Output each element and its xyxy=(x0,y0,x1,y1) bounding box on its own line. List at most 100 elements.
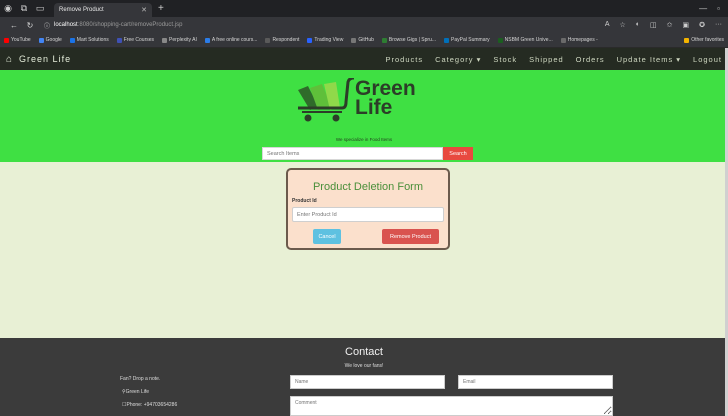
tab-actions-icon[interactable]: ▭ xyxy=(32,0,48,17)
nav-category[interactable]: Category ▾ xyxy=(435,55,481,64)
bookmark-item[interactable]: YouTube xyxy=(4,37,31,43)
bookmark-label: Respondent xyxy=(272,37,300,43)
address-bar: ← ↻ ⓘ localhost:8080/shopping-cart/remov… xyxy=(0,17,728,33)
favorite-star-icon[interactable]: ☆ xyxy=(619,21,625,29)
workspaces-icon[interactable]: ⧉ xyxy=(16,0,32,17)
brand[interactable]: ⌂ Green Life xyxy=(6,54,71,65)
footer-company-name: Green Life xyxy=(125,389,150,395)
bookmark-label: Google xyxy=(45,37,62,43)
form-title: Product Deletion Form xyxy=(312,181,424,193)
bookmark-favicon-icon xyxy=(560,37,566,43)
contact-email-input[interactable] xyxy=(458,375,613,389)
bookmark-label: Free Courses xyxy=(123,37,155,43)
bookmark-label: Browse Gigs | Spru... xyxy=(388,37,437,43)
bookmark-item[interactable]: A free online cours... xyxy=(204,37,258,43)
cancel-button[interactable]: Cancel xyxy=(313,229,341,244)
search-input[interactable] xyxy=(262,147,443,160)
bookmark-item[interactable]: Respondent xyxy=(265,37,299,43)
bookmark-item[interactable]: Trading View xyxy=(307,37,343,43)
tab-close-icon[interactable]: ✕ xyxy=(141,6,147,14)
nav-products[interactable]: Products xyxy=(385,55,423,64)
main-content: Product Deletion Form Product Id Cancel … xyxy=(0,162,728,338)
footer-phone-number: Phone: +94703654286 xyxy=(126,402,178,408)
bookmark-label: NSBM Green Unive... xyxy=(504,37,553,43)
restore-icon[interactable]: ▫ xyxy=(717,4,720,13)
contact-comment-input[interactable] xyxy=(290,396,613,416)
collections-icon[interactable]: ▣ xyxy=(683,21,690,29)
logo-line-life: Life xyxy=(355,96,393,119)
bookmark-label: Perplexity AI xyxy=(169,37,197,43)
bookmark-item[interactable]: NSBM Green Unive... xyxy=(497,37,553,43)
contact-subtitle: We love our fans! xyxy=(344,363,384,369)
browser-tab-bar: ◉ ⧉ ▭ Remove Product ✕ + — ▫ xyxy=(0,0,728,17)
home-icon: ⌂ xyxy=(6,53,14,65)
product-id-label: Product Id xyxy=(292,198,317,204)
bookmark-item[interactable]: Mart Solutions xyxy=(69,37,109,43)
product-deletion-form: Product Deletion Form Product Id Cancel … xyxy=(286,168,450,250)
bookmark-favicon-icon xyxy=(381,37,387,43)
bookmark-label: PayPal Summary xyxy=(451,37,490,43)
bookmark-favicon-icon xyxy=(497,37,503,43)
bookmark-favicon-icon xyxy=(204,37,210,43)
fan-note: Fan? Drop a note. xyxy=(120,376,161,382)
footer-phone: ☐Phone: +94703654286 xyxy=(122,402,177,408)
url-field[interactable]: ⓘ localhost:8080/shopping-cart/removePro… xyxy=(44,21,514,30)
extension-icon[interactable]: ◐ xyxy=(636,21,640,29)
bookmark-favicon-icon xyxy=(307,37,313,43)
url-host: localhost xyxy=(54,22,78,28)
bookmark-item[interactable]: PayPal Summary xyxy=(444,37,490,43)
read-aloud-icon[interactable]: A xyxy=(605,21,610,29)
copilot-icon[interactable]: ✪ xyxy=(699,21,705,29)
other-favorites[interactable]: Other favorites xyxy=(684,37,724,43)
bookmark-favicon-icon xyxy=(265,37,271,43)
bookmark-label: Trading View xyxy=(314,37,344,43)
bookmark-label: YouTube xyxy=(11,37,31,43)
site-navbar: ⌂ Green Life Products Category ▾ Stock S… xyxy=(0,48,728,70)
bookmark-favicon-icon xyxy=(4,37,9,43)
nav-shipped[interactable]: Shipped xyxy=(529,55,564,64)
bookmark-favicon-icon xyxy=(38,37,44,43)
hero-banner: Green Life We specialize in Food Items S… xyxy=(0,70,728,162)
footer-company: ⚲Green Life xyxy=(122,389,149,395)
bookmark-label: Homepages - xyxy=(567,37,598,43)
bookmark-favicon-icon xyxy=(116,37,122,43)
contact-title: Contact xyxy=(345,346,383,358)
favorites-icon[interactable]: ✩ xyxy=(667,21,673,29)
refresh-icon[interactable]: ↻ xyxy=(22,21,38,30)
tab-title: Remove Product xyxy=(59,7,104,13)
back-icon[interactable]: ← xyxy=(6,21,22,30)
tagline: We specialize in Food Items xyxy=(335,137,393,142)
url-path: :8080/shopping-cart/removeProduct.jsp xyxy=(77,22,183,28)
bookmark-favicon-icon xyxy=(69,37,75,43)
contact-name-input[interactable] xyxy=(290,375,445,389)
bookmark-favicon-icon xyxy=(162,37,168,43)
nav-orders[interactable]: Orders xyxy=(576,55,605,64)
logo-text: Green Life xyxy=(355,78,416,119)
bookmark-item[interactable]: Perplexity AI xyxy=(162,37,197,43)
bookmark-item[interactable]: Google xyxy=(38,37,62,43)
folder-icon xyxy=(684,37,690,43)
bookmark-label: A free online cours... xyxy=(211,37,258,43)
new-tab-icon[interactable]: + xyxy=(158,3,164,14)
remove-product-button[interactable]: Remove Product xyxy=(382,229,439,244)
bookmark-item[interactable]: GitHub xyxy=(351,37,374,43)
nav-stock[interactable]: Stock xyxy=(493,55,517,64)
nav-logout[interactable]: Logout xyxy=(693,55,722,64)
bookmark-item[interactable]: Homepages - xyxy=(560,37,598,43)
nav-menu: Products Category ▾ Stock Shipped Orders… xyxy=(385,55,722,64)
minimize-icon[interactable]: — xyxy=(699,4,707,13)
bookmark-item[interactable]: Browse Gigs | Spru... xyxy=(381,37,437,43)
bookmark-item[interactable]: Free Courses xyxy=(116,37,155,43)
more-icon[interactable]: ··· xyxy=(715,21,722,29)
search-button[interactable]: Search xyxy=(443,147,473,160)
brand-name: Green Life xyxy=(19,54,72,64)
bookmark-favicon-icon xyxy=(351,37,357,43)
bookmark-label: Mart Solutions xyxy=(76,37,109,43)
bookmark-label: GitHub xyxy=(358,37,374,43)
product-id-input[interactable] xyxy=(292,207,444,222)
split-screen-icon[interactable]: ◫ xyxy=(650,21,657,29)
tab-remove-product[interactable]: Remove Product ✕ xyxy=(54,3,152,17)
other-favorites-label: Other favorites xyxy=(691,37,724,43)
nav-update-items[interactable]: Update Items ▾ xyxy=(617,55,681,64)
profile-icon[interactable]: ◉ xyxy=(0,0,16,17)
